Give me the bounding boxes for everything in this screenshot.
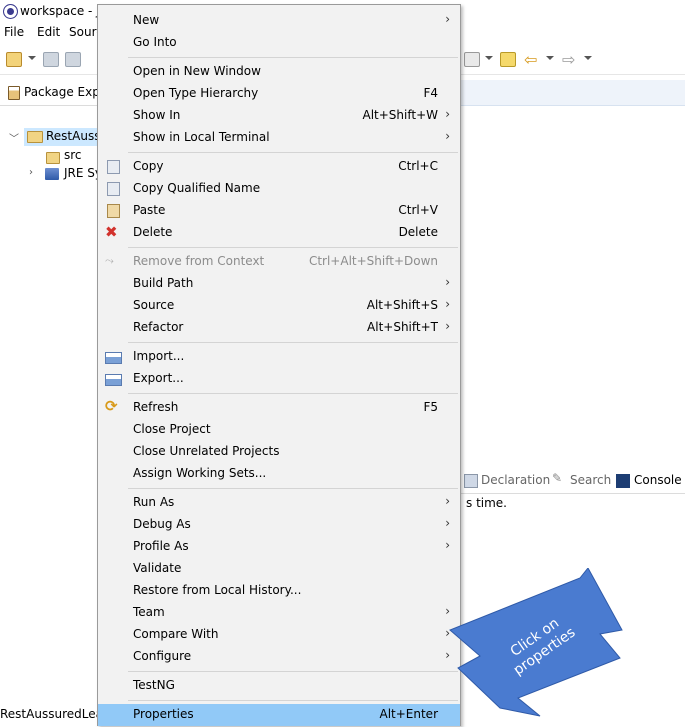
menu-item-close-project[interactable]: Close Project xyxy=(98,419,460,441)
chevron-right-icon: › xyxy=(445,129,450,143)
menu-separator xyxy=(128,671,458,672)
menu-item-copy[interactable]: Copy Ctrl+C xyxy=(98,156,460,178)
menu-separator xyxy=(128,247,458,248)
console-icon xyxy=(616,474,630,488)
menu-separator xyxy=(128,152,458,153)
tab-search[interactable]: Search xyxy=(570,473,611,487)
menu-item-close-unrelated-projects[interactable]: Close Unrelated Projects xyxy=(98,441,460,463)
menu-item-compare-with[interactable]: Compare With › xyxy=(98,624,460,646)
jre-library-icon xyxy=(45,168,59,180)
menu-separator xyxy=(128,342,458,343)
menu-item-go-into[interactable]: Go Into xyxy=(98,32,460,54)
last-edit-dropdown-icon[interactable] xyxy=(485,56,493,60)
pin-icon[interactable] xyxy=(500,52,516,67)
menu-item-import[interactable]: Import... xyxy=(98,346,460,368)
chevron-right-icon: › xyxy=(445,538,450,552)
menu-item-show-in[interactable]: Show In Alt+Shift+W › xyxy=(98,105,460,127)
editor-area-tabbar xyxy=(458,80,685,106)
menu-item-validate[interactable]: Validate xyxy=(98,558,460,580)
chevron-right-icon: › xyxy=(445,319,450,333)
menu-separator xyxy=(128,393,458,394)
last-edit-icon[interactable] xyxy=(464,52,480,67)
chevron-right-icon: › xyxy=(445,494,450,508)
back-dropdown-icon[interactable] xyxy=(546,56,554,60)
refresh-icon: ⟳ xyxy=(105,397,118,415)
chevron-down-icon[interactable]: ﹀ xyxy=(9,130,19,145)
menu-item-delete[interactable]: ✖ Delete Delete xyxy=(98,222,460,244)
chevron-right-icon: › xyxy=(445,297,450,311)
menu-separator xyxy=(128,700,458,701)
save-all-icon[interactable] xyxy=(65,52,81,67)
status-bar-text: RestAussuredLearr xyxy=(0,707,113,721)
menu-item-team[interactable]: Team › xyxy=(98,602,460,624)
package-folder-icon xyxy=(46,152,60,164)
copy-icon xyxy=(107,160,120,174)
search-icon: ✎ xyxy=(552,471,563,485)
menu-item-export[interactable]: Export... xyxy=(98,368,460,390)
menu-item-properties[interactable]: Properties Alt+Enter xyxy=(98,704,460,726)
console-output: s time. xyxy=(466,496,507,510)
paste-icon xyxy=(107,204,120,218)
menu-item-refresh[interactable]: ⟳ Refresh F5 xyxy=(98,397,460,419)
back-icon[interactable]: ⇦ xyxy=(524,50,537,69)
export-icon xyxy=(105,374,122,386)
tree-item-src[interactable]: src xyxy=(64,148,82,162)
menu-item-paste[interactable]: Paste Ctrl+V xyxy=(98,200,460,222)
chevron-right-icon[interactable]: › xyxy=(29,167,33,178)
menu-item-remove-from-context[interactable]: ⤳ Remove from Context Ctrl+Alt+Shift+Down xyxy=(98,251,460,273)
menu-item-assign-working-sets[interactable]: Assign Working Sets... xyxy=(98,463,460,485)
import-icon xyxy=(105,352,122,364)
chevron-right-icon: › xyxy=(445,12,450,26)
tab-console[interactable]: Console xyxy=(634,473,682,487)
menu-item-run-as[interactable]: Run As › xyxy=(98,492,460,514)
menu-file[interactable]: File xyxy=(4,25,24,39)
eclipse-app-icon xyxy=(3,4,18,19)
copy-qualified-icon xyxy=(107,182,120,196)
menu-item-open-type-hierarchy[interactable]: Open Type Hierarchy F4 xyxy=(98,83,460,105)
tab-declaration[interactable]: Declaration xyxy=(481,473,550,487)
window-title: workspace - Ja xyxy=(20,4,108,18)
chevron-right-icon: › xyxy=(445,516,450,530)
forward-icon[interactable]: ⇨ xyxy=(562,50,575,69)
forward-dropdown-icon[interactable] xyxy=(584,56,592,60)
menu-item-testng[interactable]: TestNG xyxy=(98,675,460,697)
save-icon[interactable] xyxy=(43,52,59,67)
menu-item-debug-as[interactable]: Debug As › xyxy=(98,514,460,536)
menu-item-copy-qualified-name[interactable]: Copy Qualified Name xyxy=(98,178,460,200)
menu-item-profile-as[interactable]: Profile As › xyxy=(98,536,460,558)
menu-item-new[interactable]: New › xyxy=(98,10,460,32)
menu-item-source[interactable]: Source Alt+Shift+S › xyxy=(98,295,460,317)
declaration-icon xyxy=(464,474,478,488)
menu-item-configure[interactable]: Configure › xyxy=(98,646,460,668)
menu-item-refactor[interactable]: Refactor Alt+Shift+T › xyxy=(98,317,460,339)
chevron-right-icon: › xyxy=(445,275,450,289)
remove-context-icon: ⤳ xyxy=(105,254,114,267)
menu-edit[interactable]: Edit xyxy=(37,25,60,39)
project-folder-icon xyxy=(27,131,43,143)
menu-item-show-in-local-terminal[interactable]: Show in Local Terminal › xyxy=(98,127,460,149)
menu-item-build-path[interactable]: Build Path › xyxy=(98,273,460,295)
package-explorer-icon xyxy=(8,86,20,100)
new-icon[interactable] xyxy=(6,52,22,67)
menu-item-restore-from-local-history[interactable]: Restore from Local History... xyxy=(98,580,460,602)
context-menu: New › Go Into Open in New Window Open Typ… xyxy=(97,4,461,726)
menu-item-open-in-new-window[interactable]: Open in New Window xyxy=(98,61,460,83)
menu-separator xyxy=(128,57,458,58)
menu-separator xyxy=(128,488,458,489)
delete-icon: ✖ xyxy=(105,223,118,241)
new-dropdown-icon[interactable] xyxy=(28,56,36,60)
chevron-right-icon: › xyxy=(445,107,450,121)
